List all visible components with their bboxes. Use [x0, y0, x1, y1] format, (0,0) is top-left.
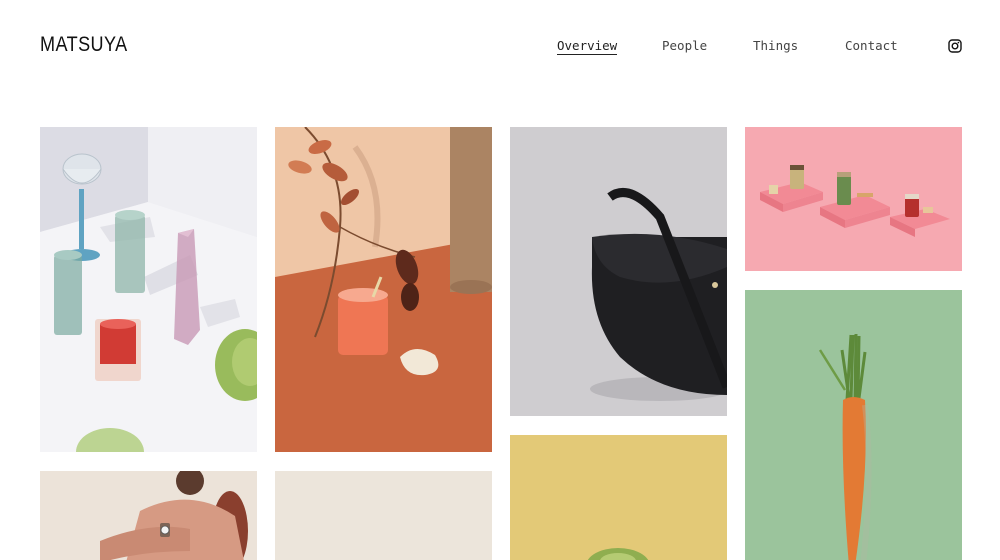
gallery-image-jars-on-pink-blocks[interactable]: [745, 127, 962, 271]
gallery-image-glassware[interactable]: [40, 127, 257, 452]
gallery-image-woman-pink-sweater[interactable]: [40, 471, 257, 560]
gallery-image-beige-blank[interactable]: [275, 471, 492, 560]
nav-contact[interactable]: Contact: [845, 38, 898, 53]
instagram-icon[interactable]: [948, 38, 962, 53]
site-logo[interactable]: MATSUYA: [40, 33, 128, 57]
nav-people[interactable]: People: [662, 38, 707, 53]
nav-overview[interactable]: Overview: [557, 38, 618, 55]
gallery-image-dried-branch-smoothie[interactable]: [275, 127, 492, 452]
gallery-image-black-leather-bag[interactable]: [510, 127, 727, 416]
gallery-image-cabbage-on-yellow[interactable]: [510, 435, 727, 560]
nav-things[interactable]: Things: [753, 38, 798, 53]
gallery-image-carrot[interactable]: [745, 290, 962, 560]
